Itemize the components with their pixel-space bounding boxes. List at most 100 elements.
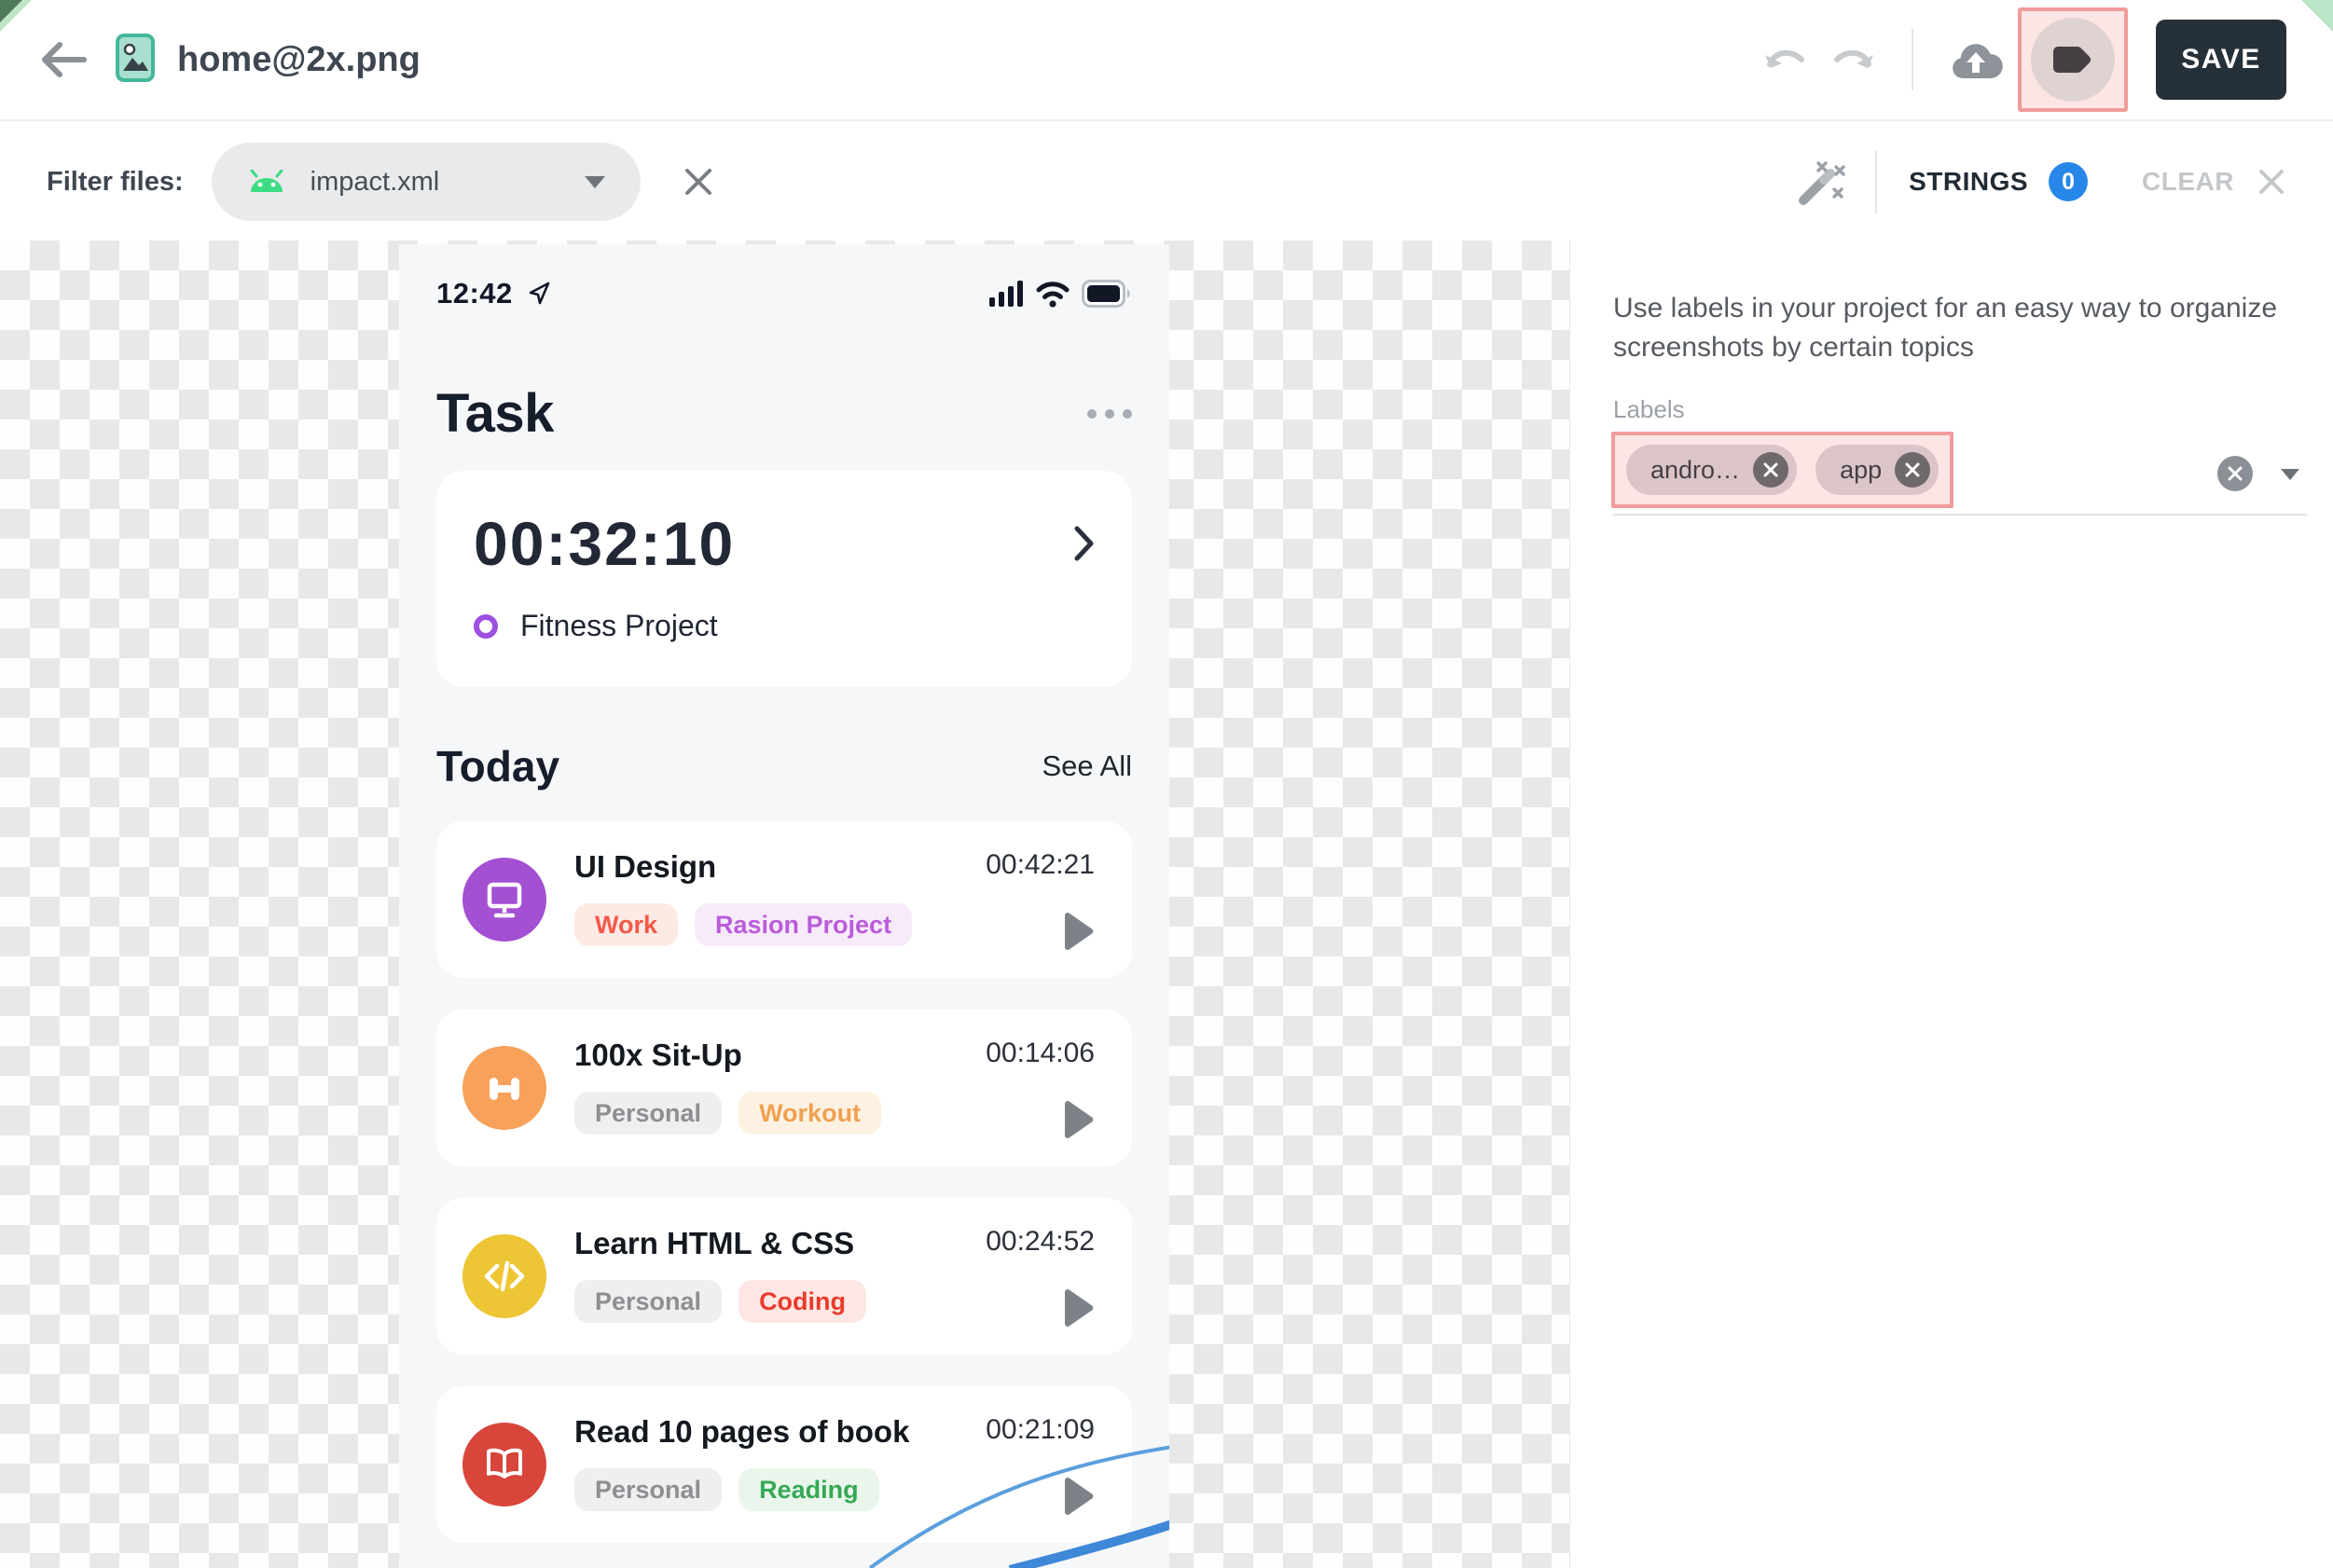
- location-arrow-icon: [526, 281, 552, 307]
- clear-x-icon: [2257, 167, 2286, 197]
- labels-field[interactable]: andro… app: [1613, 426, 2307, 516]
- divider: [1912, 29, 1913, 90]
- tag: Personal: [574, 1280, 722, 1323]
- task-card: Read 10 pages of book Personal Reading 0…: [436, 1386, 1132, 1543]
- task-time: 00:21:09: [986, 1414, 1095, 1446]
- tag: Reading: [739, 1468, 879, 1511]
- corner-accent: [2301, 0, 2333, 32]
- label-tool-button[interactable]: [2031, 18, 2115, 102]
- remove-filter-button[interactable]: [682, 165, 715, 199]
- undo-icon: [1762, 40, 1807, 79]
- chip-remove-icon: [1904, 461, 1921, 478]
- task-time: 00:14:06: [986, 1038, 1095, 1069]
- clear-button-x[interactable]: [2257, 167, 2286, 197]
- upload-cloud-icon: [1949, 39, 2003, 80]
- status-time: 12:42: [436, 277, 513, 310]
- task-title: 100x Sit-Up: [574, 1038, 986, 1073]
- code-icon: [462, 1234, 546, 1318]
- tag: Rasion Project: [695, 903, 912, 946]
- play-icon: [1061, 1476, 1095, 1517]
- upload-button[interactable]: [1949, 39, 2003, 80]
- task-time: 00:24:52: [986, 1226, 1095, 1258]
- dumbbell-icon: [462, 1046, 546, 1130]
- monitor-icon: [462, 858, 546, 942]
- undo-button[interactable]: [1762, 40, 1807, 79]
- panel-description: Use labels in your project for an easy w…: [1613, 289, 2303, 367]
- timer-value: 00:32:10: [474, 508, 735, 579]
- label-tool-highlight: [2018, 7, 2128, 112]
- chip-label: andro…: [1650, 456, 1740, 485]
- project-ring-icon: [474, 614, 498, 639]
- more-dots-icon: [1087, 409, 1132, 419]
- chip-remove-button[interactable]: [1753, 452, 1788, 488]
- caret-down-icon[interactable]: [2281, 469, 2299, 480]
- redo-button[interactable]: [1831, 40, 1876, 79]
- filterbar-right: STRINGS 0 CLEAR: [1795, 150, 2286, 213]
- labels-highlight: andro… app: [1611, 432, 1953, 508]
- android-icon: [247, 170, 286, 194]
- play-icon: [1061, 1287, 1095, 1328]
- back-arrow-icon: [39, 41, 88, 78]
- tag: Personal: [574, 1468, 722, 1511]
- today-header: Today See All: [436, 741, 1132, 791]
- strings-tab[interactable]: STRINGS: [1909, 167, 2028, 197]
- screen-title: Task: [436, 382, 554, 445]
- label-chip[interactable]: app: [1815, 445, 1939, 495]
- close-icon: [682, 165, 715, 199]
- tag: Workout: [739, 1092, 881, 1135]
- phone-content: 12:42: [399, 272, 1169, 1543]
- project-name: Fitness Project: [520, 609, 718, 643]
- save-button[interactable]: SAVE: [2156, 20, 2286, 100]
- book-icon: [462, 1423, 546, 1506]
- phone-screenshot[interactable]: 12:42: [399, 244, 1169, 1568]
- topbar-actions: SAVE: [1762, 7, 2286, 112]
- task-card: Learn HTML & CSS Personal Coding 00:24:5…: [436, 1198, 1132, 1355]
- chip-label: app: [1840, 456, 1882, 485]
- clear-all-icon: [2227, 465, 2243, 482]
- timer-card: 00:32:10 Fitness Project: [436, 471, 1132, 687]
- labels-panel: Use labels in your project for an easy w…: [1569, 241, 2333, 1568]
- label-chip[interactable]: andro…: [1626, 445, 1797, 495]
- task-title: Learn HTML & CSS: [574, 1226, 986, 1261]
- selected-file-name: impact.xml: [311, 167, 440, 198]
- labels-caption: Labels: [1613, 395, 2333, 424]
- chevron-right-icon: [1070, 522, 1097, 565]
- label-tool-icon: [2050, 39, 2096, 80]
- corner-accent: [0, 0, 22, 22]
- signal-icon: [988, 280, 1024, 308]
- tag: Work: [574, 903, 678, 946]
- back-button[interactable]: [37, 34, 90, 86]
- screen-header: Task: [436, 382, 1132, 445]
- wifi-icon: [1035, 280, 1070, 308]
- task-card: 100x Sit-Up Personal Workout 00:14:06: [436, 1010, 1132, 1166]
- tag: Coding: [739, 1280, 866, 1323]
- auto-tag-button[interactable]: [1795, 156, 1847, 208]
- redo-icon: [1831, 40, 1876, 79]
- image-thumbnail-icon: [116, 34, 155, 87]
- panel-description-line2: screenshots by certain topics: [1613, 328, 2303, 367]
- file-filter-dropdown[interactable]: impact.xml: [212, 143, 641, 221]
- filter-files-label: Filter files:: [47, 167, 184, 198]
- clear-all-labels-button[interactable]: [2217, 456, 2253, 491]
- play-icon: [1061, 911, 1095, 952]
- caret-down-icon: [585, 176, 605, 188]
- task-list: UI Design Work Rasion Project 00:42:21: [436, 821, 1132, 1543]
- see-all-link: See All: [1042, 750, 1132, 783]
- chip-remove-icon: [1762, 461, 1779, 478]
- status-icons: [988, 280, 1132, 308]
- magic-wand-icon: [1795, 156, 1847, 208]
- panel-description-line1: Use labels in your project for an easy w…: [1613, 289, 2303, 328]
- battery-icon: [1082, 280, 1132, 308]
- today-title: Today: [436, 741, 559, 791]
- chip-remove-button[interactable]: [1895, 452, 1930, 488]
- app-window: home@2x.png: [0, 0, 2333, 1568]
- play-icon: [1061, 1099, 1095, 1140]
- task-title: Read 10 pages of book: [574, 1414, 986, 1450]
- task-card: UI Design Work Rasion Project 00:42:21: [436, 821, 1132, 978]
- tag: Personal: [574, 1092, 722, 1135]
- task-time: 00:42:21: [986, 849, 1095, 881]
- top-bar: home@2x.png: [0, 0, 2333, 121]
- clear-button[interactable]: CLEAR: [2142, 167, 2234, 197]
- page-title: home@2x.png: [177, 40, 421, 80]
- filter-bar: Filter files: impact.xml: [0, 123, 2333, 241]
